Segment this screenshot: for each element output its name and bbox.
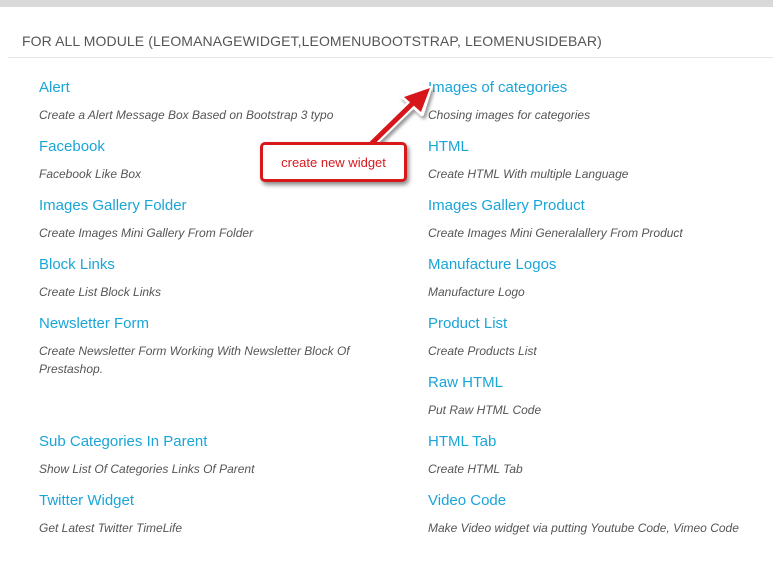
widget-link-images-gallery-product[interactable]: Images Gallery Product	[428, 197, 773, 215]
widget-link-images-of-categories[interactable]: Images of categories	[428, 79, 773, 97]
panel-heading: FOR ALL MODULE (LEOMANAGEWIDGET,LEOMENUB…	[22, 33, 602, 49]
widget-description: Create List Block Links	[39, 285, 162, 299]
widget-item-newsletter-form: Newsletter Form Create Newsletter Form W…	[39, 315, 369, 378]
widget-description: Manufacture Logo	[428, 285, 525, 299]
widget-item-product-list: Product List Create Products List	[428, 315, 773, 360]
widget-item-images-gallery-product: Images Gallery Product Create Images Min…	[428, 197, 773, 242]
widget-description: Chosing images for categories	[428, 108, 591, 122]
widget-link-html-tab[interactable]: HTML Tab	[428, 433, 773, 451]
widget-item-alert: Alert Create a Alert Message Box Based o…	[39, 79, 389, 124]
widget-link-html[interactable]: HTML	[428, 138, 773, 156]
annotation-callout: create new widget	[260, 142, 407, 182]
widget-link-images-gallery-folder[interactable]: Images Gallery Folder	[39, 197, 389, 215]
widget-description: Create Products List	[428, 344, 537, 358]
widget-description: Create HTML With multiple Language	[428, 167, 629, 181]
widget-link-newsletter-form[interactable]: Newsletter Form	[39, 315, 369, 333]
widget-link-video-code[interactable]: Video Code	[428, 492, 768, 510]
widget-item-video-code: Video Code Make Video widget via putting…	[428, 492, 768, 537]
widget-description: Create Newsletter Form Working With News…	[39, 344, 350, 376]
heading-divider	[8, 57, 773, 58]
widget-description: Create HTML Tab	[428, 462, 523, 476]
top-border-strip	[0, 0, 773, 7]
widget-item-manufacture-logos: Manufacture Logos Manufacture Logo	[428, 256, 773, 301]
annotation-callout-text: create new widget	[281, 154, 386, 170]
widget-description: Create Images Mini Generalallery From Pr…	[428, 226, 683, 240]
widget-item-twitter-widget: Twitter Widget Get Latest Twitter TimeLi…	[39, 492, 389, 537]
widget-link-alert[interactable]: Alert	[39, 79, 389, 97]
widget-item-images-gallery-folder: Images Gallery Folder Create Images Mini…	[39, 197, 389, 242]
widget-link-twitter-widget[interactable]: Twitter Widget	[39, 492, 389, 510]
widget-link-block-links[interactable]: Block Links	[39, 256, 389, 274]
widget-link-raw-html[interactable]: Raw HTML	[428, 374, 773, 392]
widget-item-images-of-categories: Images of categories Chosing images for …	[428, 79, 773, 124]
widget-item-sub-categories: Sub Categories In Parent Show List Of Ca…	[39, 433, 389, 478]
widget-description: Put Raw HTML Code	[428, 403, 542, 417]
widget-item-html-tab: HTML Tab Create HTML Tab	[428, 433, 773, 478]
widget-link-product-list[interactable]: Product List	[428, 315, 773, 333]
widget-item-html: HTML Create HTML With multiple Language	[428, 138, 773, 183]
widget-description: Create a Alert Message Box Based on Boot…	[39, 108, 334, 122]
widget-description: Make Video widget via putting Youtube Co…	[428, 521, 739, 535]
widget-link-sub-categories[interactable]: Sub Categories In Parent	[39, 433, 389, 451]
widget-link-manufacture-logos[interactable]: Manufacture Logos	[428, 256, 773, 274]
widget-description: Show List Of Categories Links Of Parent	[39, 462, 255, 476]
widget-description: Get Latest Twitter TimeLife	[39, 521, 183, 535]
widget-item-block-links: Block Links Create List Block Links	[39, 256, 389, 301]
widget-description: Create Images Mini Gallery From Folder	[39, 226, 254, 240]
widget-item-raw-html: Raw HTML Put Raw HTML Code	[428, 374, 773, 419]
